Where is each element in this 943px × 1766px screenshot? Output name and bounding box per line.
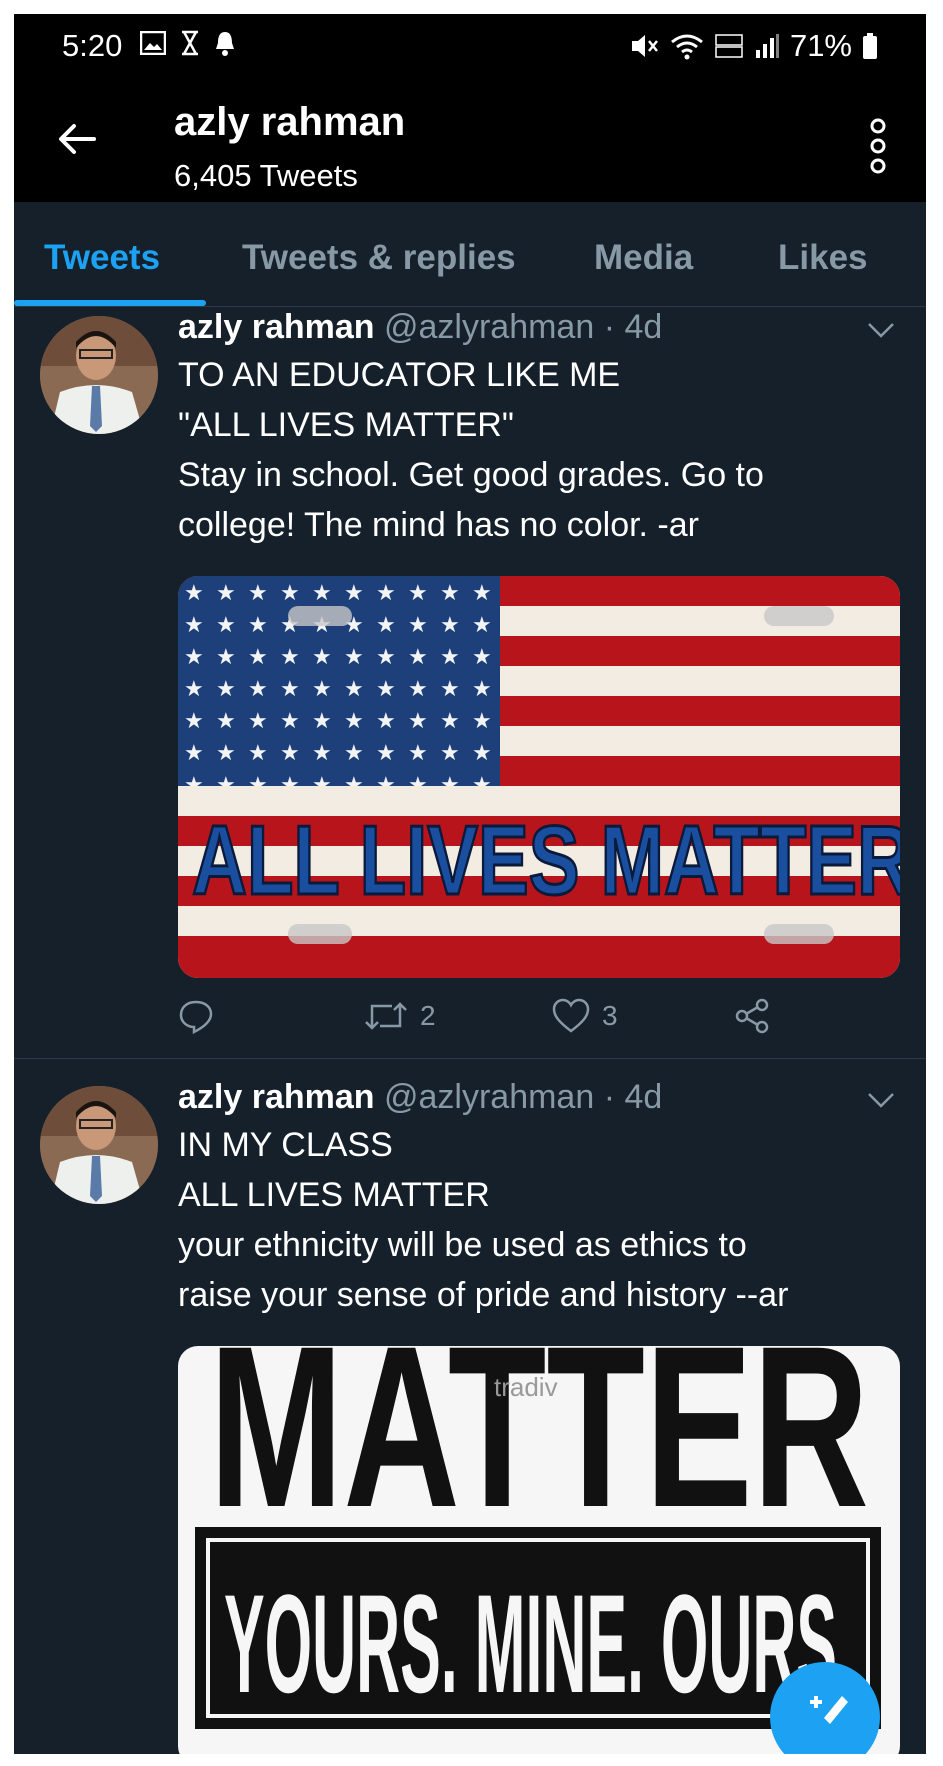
- mute-icon: [631, 35, 658, 57]
- signal-icon: [755, 34, 779, 58]
- media-caption-bottom: YOURS. MINE. OURS.: [224, 1565, 854, 1722]
- retweet-button[interactable]: 2: [364, 998, 436, 1034]
- tweet-author-name[interactable]: azly rahman: [178, 1078, 375, 1116]
- tab-likes[interactable]: Likes: [778, 238, 868, 278]
- profile-name: azly rahman: [174, 100, 406, 144]
- volte-icon: [715, 34, 743, 58]
- tab-tweets-replies[interactable]: Tweets & replies: [242, 238, 516, 278]
- tweet-text-line: raise your sense of pride and history --…: [178, 1276, 789, 1314]
- tweet[interactable]: azly rahman @azlyrahman · 4d TO AN EDUCA…: [14, 306, 926, 1058]
- chevron-down-icon[interactable]: [866, 320, 896, 340]
- wifi-icon: [671, 34, 703, 60]
- like-count: 3: [602, 1000, 618, 1031]
- avatar[interactable]: [40, 316, 158, 434]
- media-caption: ALL LIVES MATTER: [192, 805, 900, 915]
- tweet-author-handle[interactable]: @azlyrahman: [384, 1078, 594, 1116]
- share-icon: [735, 998, 769, 1034]
- share-button[interactable]: [734, 998, 770, 1034]
- tweet-text: IN MY CLASS ALL LIVES MATTER your ethnic…: [178, 1120, 788, 1320]
- tweet-text-line: IN MY CLASS: [178, 1126, 393, 1164]
- status-bar: 5:20 71%: [14, 14, 926, 76]
- status-time: 5:20: [62, 28, 123, 63]
- tweet-text-line: ALL LIVES MATTER: [178, 1176, 490, 1214]
- tweet-text-line: "ALL LIVES MATTER": [178, 406, 514, 444]
- tweet-count: 6,405 Tweets: [174, 158, 358, 193]
- avatar[interactable]: [40, 1086, 158, 1204]
- reply-icon: [179, 1000, 213, 1034]
- tweet-media-image[interactable]: ★ ALL LIVES MATTER: [178, 576, 900, 978]
- compose-icon: [810, 1696, 848, 1724]
- tweet-actions: 2 3: [178, 998, 878, 1048]
- tweet-text-line: your ethnicity will be used as ethics to: [178, 1226, 747, 1264]
- tweet-header: azly rahman @azlyrahman · 4d: [178, 1078, 662, 1117]
- back-arrow-icon[interactable]: [52, 114, 102, 164]
- tweet-time: · 4d: [603, 308, 663, 346]
- hourglass-icon: [182, 30, 198, 56]
- chevron-down-icon[interactable]: [866, 1090, 896, 1110]
- tweet-author-handle[interactable]: @azlyrahman: [384, 308, 594, 346]
- profile-header: azly rahman 6,405 Tweets: [14, 76, 926, 202]
- tweet-text-line: Stay in school. Get good grades. Go to: [178, 456, 764, 494]
- tweet-header: azly rahman @azlyrahman · 4d: [178, 308, 662, 347]
- tweet-divider: [14, 1058, 926, 1059]
- tweet[interactable]: azly rahman @azlyrahman · 4d IN MY CLASS…: [14, 1066, 926, 1754]
- media-watermark: tradiv: [494, 1372, 558, 1402]
- like-button[interactable]: 3: [552, 998, 618, 1034]
- retweet-icon: [365, 1002, 407, 1030]
- profile-tabs: Tweets Tweets & replies Media Likes: [14, 202, 926, 307]
- more-options-icon[interactable]: [866, 116, 890, 176]
- tab-media[interactable]: Media: [594, 238, 693, 278]
- battery-percent: 71%: [789, 28, 852, 63]
- image-icon: [140, 31, 166, 55]
- tweet-time: · 4d: [603, 1078, 663, 1116]
- app-screen: 5:20 71% azly rahman 6,405 Tweets Tweets…: [14, 14, 926, 1754]
- heart-icon: [552, 998, 590, 1033]
- tweet-author-name[interactable]: azly rahman: [178, 308, 375, 346]
- bell-icon: [216, 32, 234, 56]
- tweet-text-line: TO AN EDUCATOR LIKE ME: [178, 356, 621, 394]
- compose-tweet-button[interactable]: [770, 1662, 880, 1754]
- tweet-text: TO AN EDUCATOR LIKE ME "ALL LIVES MATTER…: [178, 350, 764, 550]
- battery-icon: [863, 33, 877, 59]
- retweet-count: 2: [420, 1000, 436, 1031]
- tab-tweets[interactable]: Tweets: [44, 238, 160, 278]
- reply-button[interactable]: [178, 998, 214, 1034]
- tweet-text-line: college! The mind has no color. -ar: [178, 506, 699, 544]
